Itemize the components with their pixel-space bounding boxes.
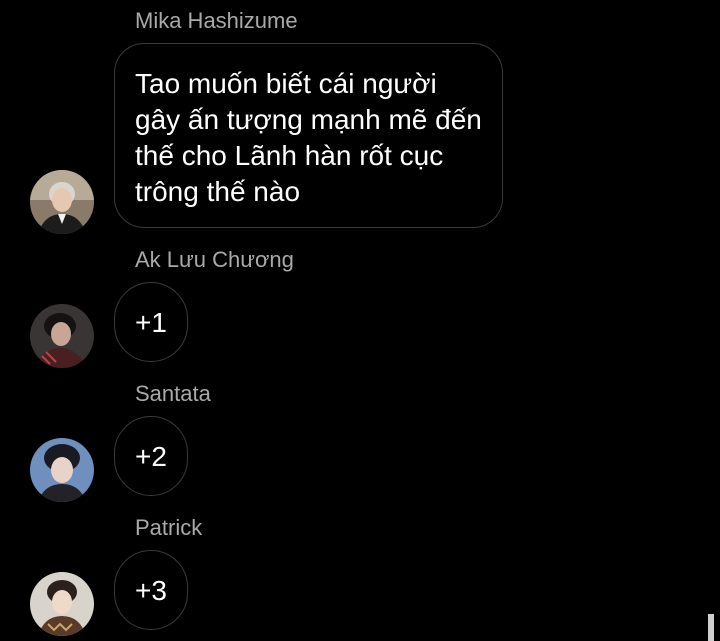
avatar-ak-luu-chuong[interactable] bbox=[30, 304, 94, 368]
message-bubble[interactable]: +3 bbox=[114, 550, 188, 630]
avatar-patrick[interactable] bbox=[30, 572, 94, 636]
avatar-image bbox=[30, 304, 94, 368]
sender-name-ak-luu-chuong: Ak Lưu Chương bbox=[135, 247, 294, 272]
message-bubble[interactable]: Tao muốn biết cái người gây ấn tượng mạn… bbox=[114, 43, 503, 228]
avatar-santata[interactable] bbox=[30, 438, 94, 502]
sender-name-patrick: Patrick bbox=[135, 515, 203, 540]
sender-name-santata: Santata bbox=[135, 381, 211, 406]
avatar-mika-hashizume[interactable] bbox=[30, 170, 94, 234]
message-bubble[interactable]: +1 bbox=[114, 282, 188, 362]
avatar-image bbox=[30, 438, 94, 502]
avatar-image bbox=[30, 572, 94, 636]
message-bubble[interactable]: +2 bbox=[114, 416, 188, 496]
sender-name-mika-hashizume: Mika Hashizume bbox=[135, 8, 298, 33]
scrollbar-thumb[interactable] bbox=[708, 614, 714, 641]
avatar-image bbox=[30, 170, 94, 234]
